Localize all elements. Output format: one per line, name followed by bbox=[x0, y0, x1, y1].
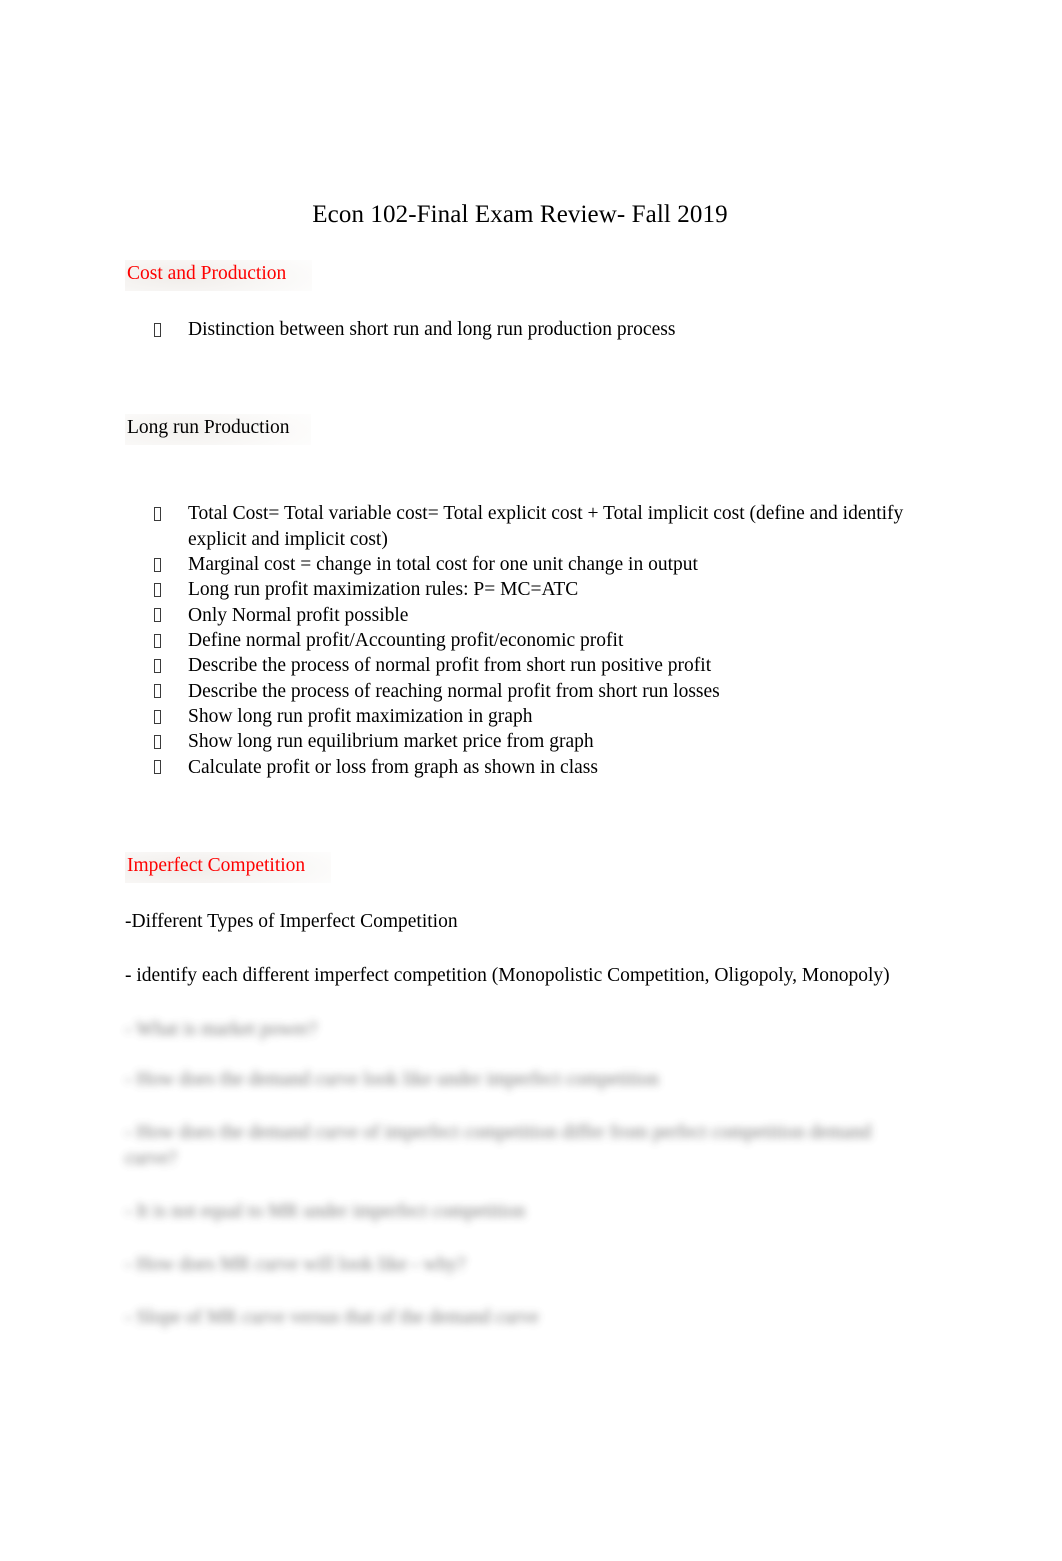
bullet-box-icon bbox=[154, 557, 161, 572]
redacted-line: - It is not equal to MR under imperfect … bbox=[125, 1200, 526, 1222]
redacted-text-block: - What is market power? - How does the d… bbox=[125, 1017, 915, 1330]
list-item-label: Distinction between short run and long r… bbox=[188, 318, 676, 340]
list-item-label: Marginal cost = change in total cost for… bbox=[188, 553, 698, 575]
list-item: Show long run profit maximization in gra… bbox=[125, 704, 915, 729]
paragraph-identify-each: - identify each different imperfect comp… bbox=[125, 965, 890, 987]
subheading-long-run-production: Long run Production bbox=[125, 414, 312, 446]
list-item: Calculate profit or loss from graph as s… bbox=[125, 755, 915, 780]
list-item-label: Total Cost= Total variable cost= Total e… bbox=[188, 503, 904, 550]
section-imperfect-competition-header: Imperfect Competition bbox=[125, 851, 915, 884]
list-item-label: Calculate profit or loss from graph as s… bbox=[188, 756, 598, 778]
list-item: Describe the process of normal profit fr… bbox=[125, 653, 915, 678]
subsection-long-run-production-header: Long run Production bbox=[125, 414, 915, 473]
redacted-line: - Slope of MR curve versus that of the d… bbox=[125, 1306, 539, 1328]
bullet-box-icon bbox=[154, 633, 161, 648]
section-heading-cost-and-production: Cost and Production bbox=[125, 259, 313, 291]
redacted-line: - How does the demand curve of imperfect… bbox=[125, 1122, 872, 1169]
page-title: Econ 102-Final Exam Review- Fall 2019 bbox=[312, 201, 728, 228]
list-item: Total Cost= Total variable cost= Total e… bbox=[125, 501, 915, 552]
bullet-list-long-run-production: Total Cost= Total variable cost= Total e… bbox=[125, 501, 915, 780]
list-item-label: Describe the process of reaching normal … bbox=[188, 680, 720, 702]
list-item: Distinction between short run and long r… bbox=[125, 317, 915, 342]
list-item-label: Long run profit maximization rules: P= M… bbox=[188, 579, 579, 601]
list-item-label: Describe the process of normal profit fr… bbox=[188, 655, 712, 677]
bullet-list-cost-and-production: Distinction between short run and long r… bbox=[125, 317, 915, 342]
bullet-box-icon bbox=[154, 709, 161, 724]
bullet-box-icon bbox=[154, 608, 161, 623]
bullet-box-icon bbox=[154, 659, 161, 674]
list-item: Long run profit maximization rules: P= M… bbox=[125, 577, 915, 602]
bullet-box-icon bbox=[154, 583, 161, 598]
redacted-line: - What is market power? bbox=[125, 1019, 318, 1041]
redacted-line: - How does MR curve will look like - why… bbox=[125, 1253, 466, 1275]
bullet-box-icon bbox=[154, 684, 161, 699]
list-item-label: Show long run profit maximization in gra… bbox=[188, 705, 533, 727]
redacted-line: - How does the demand curve look like un… bbox=[125, 1069, 659, 1091]
section-heading-imperfect-competition: Imperfect Competition bbox=[125, 851, 332, 884]
list-item: Describe the process of reaching normal … bbox=[125, 679, 915, 704]
list-item-label: Show long run equilibrium market price f… bbox=[188, 731, 594, 753]
list-item: Marginal cost = change in total cost for… bbox=[125, 552, 915, 577]
list-item: Define normal profit/Accounting profit/e… bbox=[125, 628, 915, 653]
list-item-label: Define normal profit/Accounting profit/e… bbox=[188, 629, 624, 651]
list-item-label: Only Normal profit possible bbox=[188, 604, 409, 626]
paragraph-different-types: -Different Types of Imperfect Competitio… bbox=[125, 911, 458, 933]
list-item: Show long run equilibrium market price f… bbox=[125, 729, 915, 754]
bullet-box-icon bbox=[154, 735, 161, 750]
document-content: Econ 102-Final Exam Review- Fall 2019 Co… bbox=[125, 200, 915, 1358]
bullet-box-icon bbox=[154, 507, 161, 521]
section-cost-and-production-header: Cost and Production bbox=[125, 259, 915, 291]
bullet-box-icon bbox=[154, 322, 161, 337]
list-item: Only Normal profit possible bbox=[125, 603, 915, 628]
bullet-box-icon bbox=[154, 760, 161, 775]
document-page: Econ 102-Final Exam Review- Fall 2019 Co… bbox=[0, 0, 1062, 1561]
